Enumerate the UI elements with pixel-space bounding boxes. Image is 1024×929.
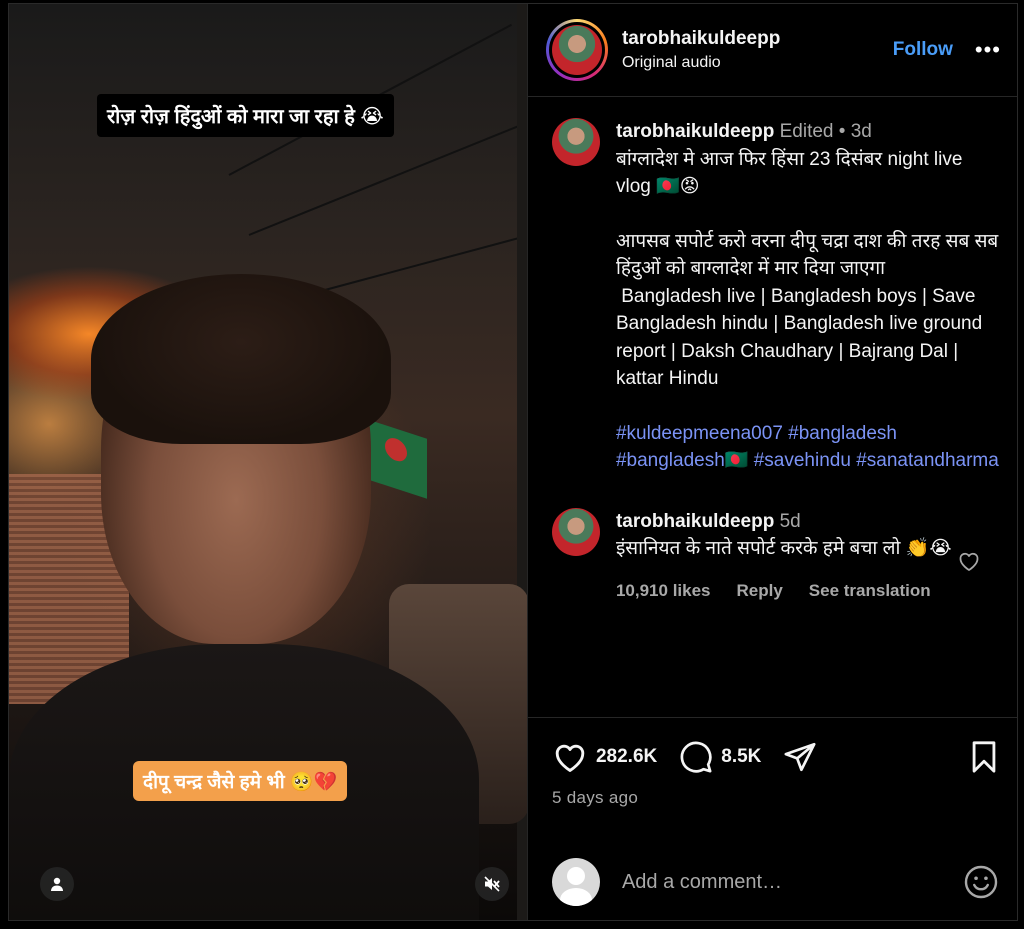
header-username[interactable]: tarobhaikuldeepp bbox=[622, 28, 893, 50]
viewer-avatar[interactable] bbox=[551, 858, 600, 906]
action-bar: 282.6K 8.5K 5 days ago bbox=[527, 717, 1017, 808]
post-sidebar: tarobhaikuldeepp Original audio Follow •… bbox=[526, 4, 1017, 920]
bangladesh-flag bbox=[367, 419, 427, 499]
hashtag-link[interactable]: #bangladesh bbox=[788, 423, 897, 444]
hashtag-link[interactable]: #savehindu bbox=[754, 450, 851, 471]
share-paper-plane-icon[interactable] bbox=[783, 740, 817, 774]
post-header: tarobhaikuldeepp Original audio Follow •… bbox=[527, 4, 1017, 97]
bookmark-icon[interactable] bbox=[969, 740, 999, 774]
reply-button[interactable]: Reply bbox=[737, 577, 783, 605]
user-icon bbox=[51, 877, 63, 891]
follow-button[interactable]: Follow bbox=[893, 39, 953, 61]
post-time[interactable]: 3d bbox=[851, 121, 872, 142]
comment-like-heart-icon[interactable] bbox=[957, 550, 981, 572]
comment-likes[interactable]: 10,910 likes bbox=[616, 577, 711, 605]
audio-label[interactable]: Original audio bbox=[622, 54, 893, 72]
comment-bubble-icon[interactable] bbox=[679, 740, 713, 774]
comment-count[interactable]: 8.5K bbox=[721, 746, 761, 768]
person-hair bbox=[91, 274, 391, 444]
power-wire bbox=[248, 121, 527, 236]
post-modal: रोज़ रोज़ हिंदुओं को मारा जा रहा हे 😭 दी… bbox=[8, 3, 1018, 921]
see-translation-link[interactable]: See translation bbox=[809, 577, 931, 605]
hashtags: #kuldeepmeena007 #bangladesh #bangladesh… bbox=[616, 420, 1001, 475]
avatar[interactable] bbox=[551, 118, 600, 166]
caption-text: आपसब सपोर्ट करो वरना दीपू चद्रा दाश की त… bbox=[615, 230, 1004, 280]
edited-label: Edited bbox=[779, 121, 834, 142]
like-count[interactable]: 282.6K bbox=[596, 746, 657, 768]
comments-section: tarobhaikuldeepp Edited • 3d बांग्लादेश … bbox=[528, 98, 1017, 716]
add-comment-bar bbox=[528, 844, 1017, 920]
comment-text: इंसानियत के नाते सपोर्ट करके हमे बचा लो … bbox=[615, 538, 952, 559]
emoji-icon[interactable] bbox=[963, 864, 999, 900]
hashtag-link[interactable]: #bangladesh🇧🇩 bbox=[616, 450, 748, 471]
story-ring[interactable] bbox=[545, 19, 608, 81]
comment-input[interactable] bbox=[621, 870, 963, 894]
video-caption-bottom: दीपू चन्द्र जैसे हमे भी 🥺💔 bbox=[133, 761, 348, 801]
hashtag-link[interactable]: #sanatandharma bbox=[856, 450, 999, 471]
hashtag-link[interactable]: #kuldeepmeena007 bbox=[616, 423, 783, 444]
reel-video[interactable]: रोज़ रोज़ हिंदुओं को मारा जा रहा हे 😭 दी… bbox=[9, 4, 527, 920]
comment-username[interactable]: tarobhaikuldeepp bbox=[616, 511, 774, 532]
avatar[interactable] bbox=[551, 507, 600, 556]
comment-time[interactable]: 5d bbox=[780, 511, 801, 532]
post-caption: tarobhaikuldeepp Edited • 3d बांग्लादेश … bbox=[551, 118, 1004, 475]
more-options-icon[interactable]: ••• bbox=[975, 37, 1001, 63]
comment-item: tarobhaikuldeepp 5d इंसानियत के नाते सपो… bbox=[551, 507, 1001, 605]
caption-text: बांग्लादेश मे आज फिर हिंसा 23 दिसंबर nig… bbox=[615, 148, 968, 198]
caption-username[interactable]: tarobhaikuldeepp bbox=[616, 121, 774, 142]
speaker-muted-icon bbox=[484, 876, 500, 892]
post-date[interactable]: 5 days ago bbox=[552, 788, 999, 808]
mute-button[interactable] bbox=[475, 867, 509, 901]
video-caption-top: रोज़ रोज़ हिंदुओं को मारा जा रहा हे 😭 bbox=[97, 94, 394, 137]
like-heart-icon[interactable] bbox=[552, 740, 588, 774]
caption-text: Bangladesh live | Bangladesh boys | Save… bbox=[615, 285, 988, 390]
avatar[interactable] bbox=[551, 25, 602, 75]
tagged-users-button[interactable] bbox=[40, 867, 74, 901]
